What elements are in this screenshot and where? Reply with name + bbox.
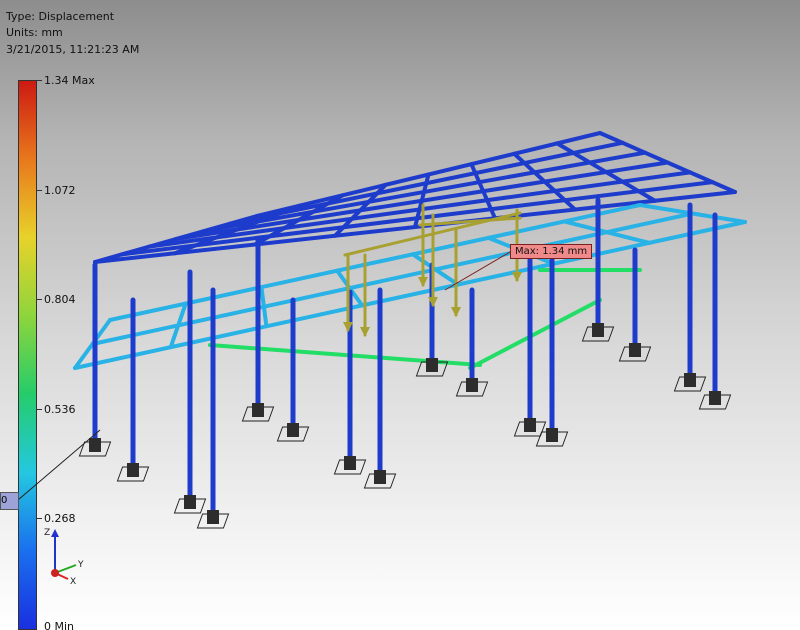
- y-axis-label: Y: [77, 560, 84, 570]
- x-axis-label: X: [70, 577, 76, 585]
- z-axis-label: Z: [44, 528, 50, 538]
- footing-support-icon: [287, 423, 299, 437]
- footing-support-icon: [592, 323, 604, 337]
- frame-beam: [468, 298, 602, 370]
- dimension-tag[interactable]: 0 m: [0, 492, 19, 510]
- footing-support-icon: [374, 470, 386, 484]
- footing-support-icon: [207, 510, 219, 524]
- triad-origin-icon: [51, 569, 59, 577]
- footing-support-icon: [629, 343, 641, 357]
- footing-support-icon: [344, 456, 356, 470]
- z-axis-arrow-icon: [51, 529, 59, 537]
- footing-support-icon: [252, 403, 264, 417]
- max-displacement-probe[interactable]: Max: 1.34 mm: [510, 244, 593, 259]
- footing-support-icon: [709, 391, 721, 405]
- footing-support-icon: [127, 463, 139, 477]
- dimension-leader: [17, 429, 101, 501]
- load-arrow-icon: [360, 327, 370, 337]
- triad-axes-icon[interactable]: Z Y X: [42, 525, 90, 585]
- structural-frame-model[interactable]: [0, 0, 800, 630]
- footing-support-icon: [184, 495, 196, 509]
- footing-support-icon: [426, 358, 438, 372]
- footing-support-icon: [546, 428, 558, 442]
- load-arrow-icon: [418, 277, 428, 287]
- footing-support-icon: [466, 378, 478, 392]
- fea-viewport[interactable]: Type: Displacement Units: mm 3/21/2015, …: [0, 0, 800, 630]
- load-arrow-icon: [451, 307, 461, 317]
- footing-support-icon: [684, 373, 696, 387]
- footing-support-icon: [524, 418, 536, 432]
- load-arrow-icon: [512, 272, 522, 282]
- footing-support-icon: [89, 438, 101, 452]
